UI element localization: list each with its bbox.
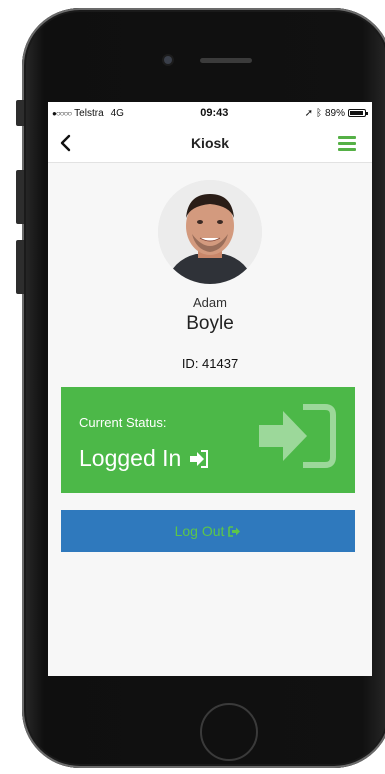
battery-percent: 89% (324, 107, 345, 119)
first-name: Adam (193, 295, 227, 310)
status-caption: Current Status: (79, 415, 167, 430)
clock: 09:43 (200, 107, 229, 119)
speaker-grille (200, 58, 252, 63)
bluetooth-icon: ᛒ (315, 107, 322, 119)
volume-down-button (16, 240, 24, 294)
battery-icon (347, 109, 368, 117)
carrier-info: ●○○○○ Telstra 4G (52, 108, 124, 119)
chevron-left-icon[interactable] (56, 133, 76, 153)
status-card: Current Status: Logged In (61, 387, 355, 493)
status-indicators: ➚ ᛒ 89% (304, 107, 368, 119)
status-value: Logged In (79, 445, 209, 472)
nav-bar: Kiosk (48, 124, 372, 163)
status-bar: ●○○○○ Telstra 4G 09:43 ➚ ᛒ 89% (48, 102, 372, 124)
avatar (158, 180, 262, 284)
logout-button[interactable]: Log Out (61, 510, 355, 552)
logout-label: Log Out (174, 523, 225, 539)
network-type: 4G (110, 107, 124, 119)
employee-id: ID: 41437 (181, 356, 239, 371)
page-title: Kiosk (190, 135, 230, 151)
carrier-name: Telstra (74, 107, 104, 119)
location-icon: ➚ (304, 107, 313, 119)
camera-icon (164, 56, 172, 64)
phone-screen: ●○○○○ Telstra 4G 09:43 ➚ ᛒ 89% Kiosk Ada… (48, 102, 372, 676)
signal-icon: ●○○○○ (52, 108, 72, 118)
sign-in-large-icon (259, 404, 336, 468)
mute-switch (16, 100, 24, 126)
sign-in-icon (190, 449, 209, 468)
avatar-photo (158, 180, 262, 284)
home-button[interactable] (200, 703, 258, 761)
volume-up-button (16, 170, 24, 224)
hamburger-menu-icon[interactable] (338, 136, 356, 151)
last-name: Boyle (186, 313, 234, 334)
status-text: Logged In (79, 445, 182, 471)
sign-out-icon (228, 525, 241, 537)
